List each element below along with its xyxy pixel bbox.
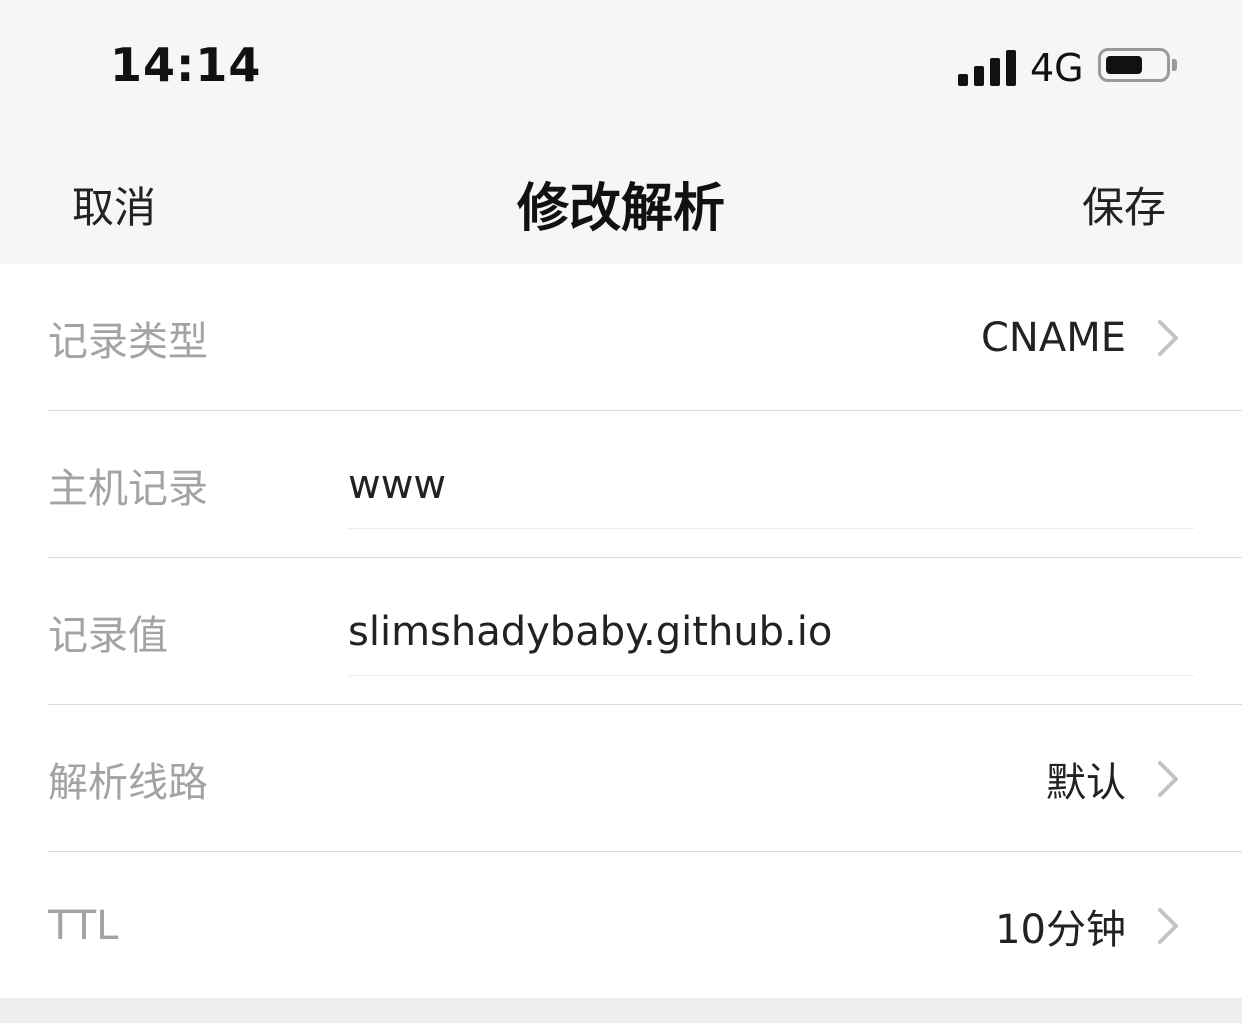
chevron-right-icon [1158, 760, 1178, 797]
ttl-row[interactable]: TTL 10分钟 [0, 852, 1242, 999]
status-bar: 14:14 4G [0, 0, 1242, 130]
record-value-underline [348, 675, 1194, 676]
record-type-row[interactable]: 记录类型 CNAME [0, 264, 1242, 411]
save-button[interactable]: 保存 [1082, 174, 1166, 235]
record-value-input[interactable]: slimshadybaby.github.io [348, 609, 832, 655]
record-form: 记录类型 CNAME 主机记录 www 记录值 slimshadybaby.gi… [0, 264, 1242, 998]
host-record-input[interactable]: www [348, 462, 446, 508]
navigation-bar: 取消 修改解析 保存 [0, 130, 1242, 264]
resolution-line-value: 默认 [1046, 759, 1126, 806]
ttl-value: 10分钟 [995, 906, 1126, 953]
host-record-label: 主机记录 [48, 465, 208, 512]
host-record-row: 主机记录 www [0, 411, 1242, 558]
cellular-signal-icon [958, 50, 1016, 86]
resolution-line-label: 解析线路 [48, 759, 208, 806]
record-type-label: 记录类型 [48, 318, 208, 365]
network-type: 4G [1030, 46, 1084, 90]
battery-icon [1098, 48, 1170, 82]
page-title: 修改解析 [516, 179, 725, 239]
chevron-right-icon [1158, 907, 1178, 944]
status-time: 14:14 [110, 38, 262, 92]
host-record-underline [348, 528, 1194, 529]
record-value-row: 记录值 slimshadybaby.github.io [0, 558, 1242, 705]
ttl-label: TTL [48, 902, 119, 949]
bottom-background [0, 998, 1242, 1023]
chevron-right-icon [1158, 319, 1178, 356]
record-value-label: 记录值 [48, 612, 168, 659]
resolution-line-row[interactable]: 解析线路 默认 [0, 705, 1242, 852]
record-type-value: CNAME [981, 314, 1126, 361]
battery-cap [1172, 59, 1177, 71]
